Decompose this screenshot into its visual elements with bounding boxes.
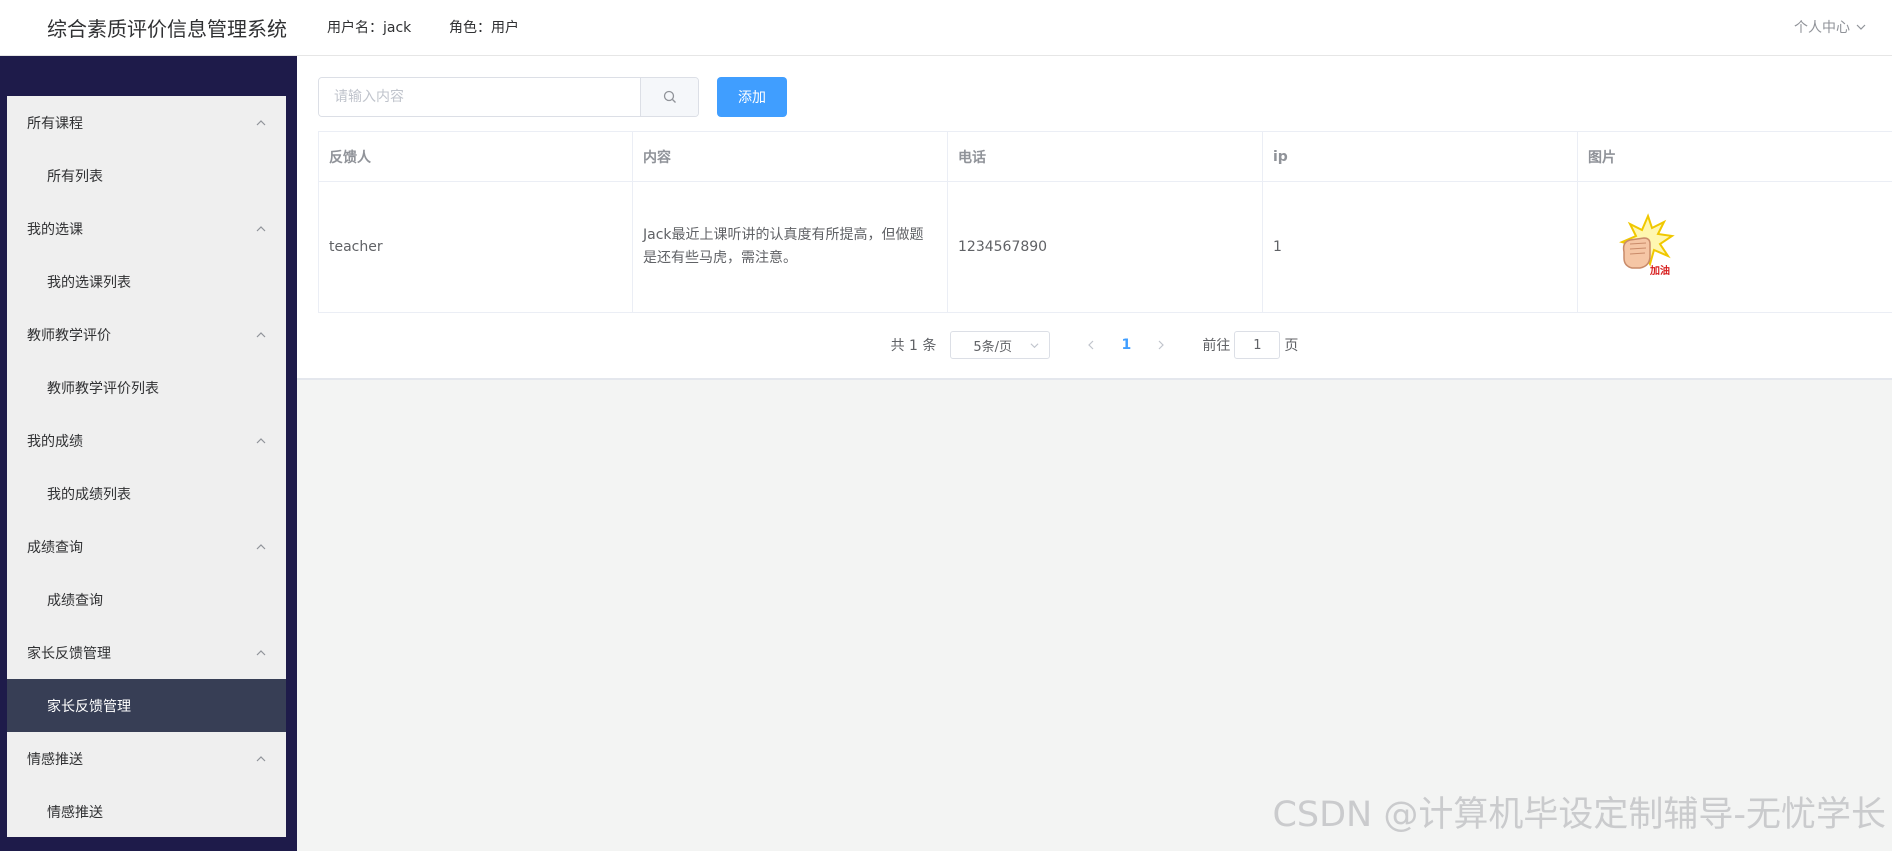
menu-group-label: 情感推送 bbox=[27, 751, 83, 768]
chevron-up-icon bbox=[256, 543, 266, 549]
column-header-ip[interactable]: ip bbox=[1263, 132, 1578, 181]
app-title: 综合素质评价信息管理系统 bbox=[47, 17, 287, 41]
sidebar-menu: 所有课程 所有列表 我的选课 我的选课列表 教师教学评价 教师教学评价列表 我的… bbox=[7, 96, 286, 837]
username-label: 用户名：jack bbox=[327, 20, 412, 36]
sidebar: 所有课程 所有列表 我的选课 我的选课列表 教师教学评价 教师教学评价列表 我的… bbox=[0, 56, 297, 851]
chevron-right-icon bbox=[1158, 340, 1165, 350]
menu-group-emotion-push[interactable]: 情感推送 bbox=[7, 732, 286, 785]
chevron-up-icon bbox=[256, 225, 266, 231]
cell-image: 加油 bbox=[1578, 182, 1892, 312]
goto-prefix: 前往 bbox=[1202, 338, 1231, 354]
menu-item-emotion-push[interactable]: 情感推送 bbox=[7, 785, 286, 837]
menu-group-label: 我的成绩 bbox=[27, 433, 83, 450]
search-input[interactable] bbox=[319, 78, 640, 116]
page-size-value: 5条/页 bbox=[973, 339, 1013, 355]
chevron-up-icon bbox=[256, 119, 266, 125]
chevron-up-icon bbox=[256, 755, 266, 761]
menu-group-teacher-evaluation[interactable]: 教师教学评价 bbox=[7, 308, 286, 361]
menu-group-label: 成绩查询 bbox=[27, 539, 83, 556]
search-box bbox=[318, 77, 699, 117]
image-caption: 加油 bbox=[1649, 264, 1670, 277]
page-size-select[interactable]: 5条/页 bbox=[950, 331, 1051, 359]
menu-group-label: 所有课程 bbox=[27, 115, 83, 132]
chevron-down-icon bbox=[1030, 342, 1039, 348]
menu-item-teacher-evaluation-list[interactable]: 教师教学评价列表 bbox=[7, 361, 286, 414]
next-page-button[interactable] bbox=[1146, 340, 1176, 350]
page-number[interactable]: 1 bbox=[1106, 337, 1146, 353]
menu-group-my-grades[interactable]: 我的成绩 bbox=[7, 414, 286, 467]
cell-feedbacker: teacher bbox=[318, 182, 633, 312]
column-header-image[interactable]: 图片 bbox=[1578, 132, 1892, 181]
main-content: 添加 反馈人 内容 电话 ip 图片 teacher Jack最近上课听讲的认真… bbox=[297, 56, 1892, 380]
column-header-phone[interactable]: 电话 bbox=[948, 132, 1263, 181]
add-button[interactable]: 添加 bbox=[717, 77, 787, 117]
cell-content: Jack最近上课听讲的认真度有所提高，但做题是还有些马虎，需注意。 bbox=[633, 182, 948, 312]
role-label: 角色：用户 bbox=[449, 20, 519, 36]
prev-page-button[interactable] bbox=[1076, 340, 1106, 350]
column-header-feedbacker[interactable]: 反馈人 bbox=[318, 132, 633, 181]
menu-item-my-course-list[interactable]: 我的选课列表 bbox=[7, 255, 286, 308]
table-row[interactable]: teacher Jack最近上课听讲的认真度有所提高，但做题是还有些马虎，需注意… bbox=[318, 182, 1892, 313]
chevron-up-icon bbox=[256, 649, 266, 655]
menu-group-my-courses[interactable]: 我的选课 bbox=[7, 202, 286, 255]
jiayou-fist-image[interactable]: 加油 bbox=[1610, 212, 1680, 282]
menu-group-label: 我的选课 bbox=[27, 221, 83, 238]
cell-phone: 1234567890 bbox=[948, 182, 1263, 312]
watermark: CSDN @计算机毕设定制辅导-无忧学长 bbox=[1272, 795, 1886, 835]
chevron-up-icon bbox=[256, 437, 266, 443]
menu-group-parent-feedback[interactable]: 家长反馈管理 bbox=[7, 626, 286, 679]
feedback-table: 反馈人 内容 电话 ip 图片 teacher Jack最近上课听讲的认真度有所… bbox=[318, 131, 1892, 313]
pagination-total: 共 1 条 bbox=[890, 338, 937, 354]
chevron-left-icon bbox=[1088, 340, 1094, 350]
chevron-up-icon bbox=[256, 331, 266, 337]
goto-suffix: 页 bbox=[1284, 338, 1299, 354]
menu-item-all-list[interactable]: 所有列表 bbox=[7, 149, 286, 202]
search-icon bbox=[663, 90, 676, 103]
cell-ip: 1 bbox=[1263, 182, 1578, 312]
personal-center-dropdown[interactable]: 个人中心 bbox=[1794, 17, 1866, 37]
menu-group-label: 家长反馈管理 bbox=[27, 645, 111, 662]
goto-page-input[interactable] bbox=[1234, 331, 1281, 359]
pagination: 共 1 条 5条/页 1 前往 页 bbox=[297, 330, 1892, 360]
menu-item-parent-feedback[interactable]: 家长反馈管理 bbox=[7, 679, 286, 732]
column-header-content[interactable]: 内容 bbox=[633, 132, 948, 181]
menu-group-label: 教师教学评价 bbox=[27, 327, 111, 344]
top-header: 综合素质评价信息管理系统 用户名：jack 角色：用户 个人中心 bbox=[0, 0, 1892, 56]
search-button[interactable] bbox=[640, 78, 698, 116]
menu-group-grade-query[interactable]: 成绩查询 bbox=[7, 520, 286, 573]
menu-item-my-grades-list[interactable]: 我的成绩列表 bbox=[7, 467, 286, 520]
page-jumper: 前往 页 bbox=[1202, 331, 1298, 359]
personal-center-label: 个人中心 bbox=[1794, 20, 1850, 36]
menu-item-grade-query[interactable]: 成绩查询 bbox=[7, 573, 286, 626]
menu-group-all-courses[interactable]: 所有课程 bbox=[7, 96, 286, 149]
chevron-down-icon bbox=[1856, 24, 1866, 30]
table-header-row: 反馈人 内容 电话 ip 图片 bbox=[318, 132, 1892, 182]
